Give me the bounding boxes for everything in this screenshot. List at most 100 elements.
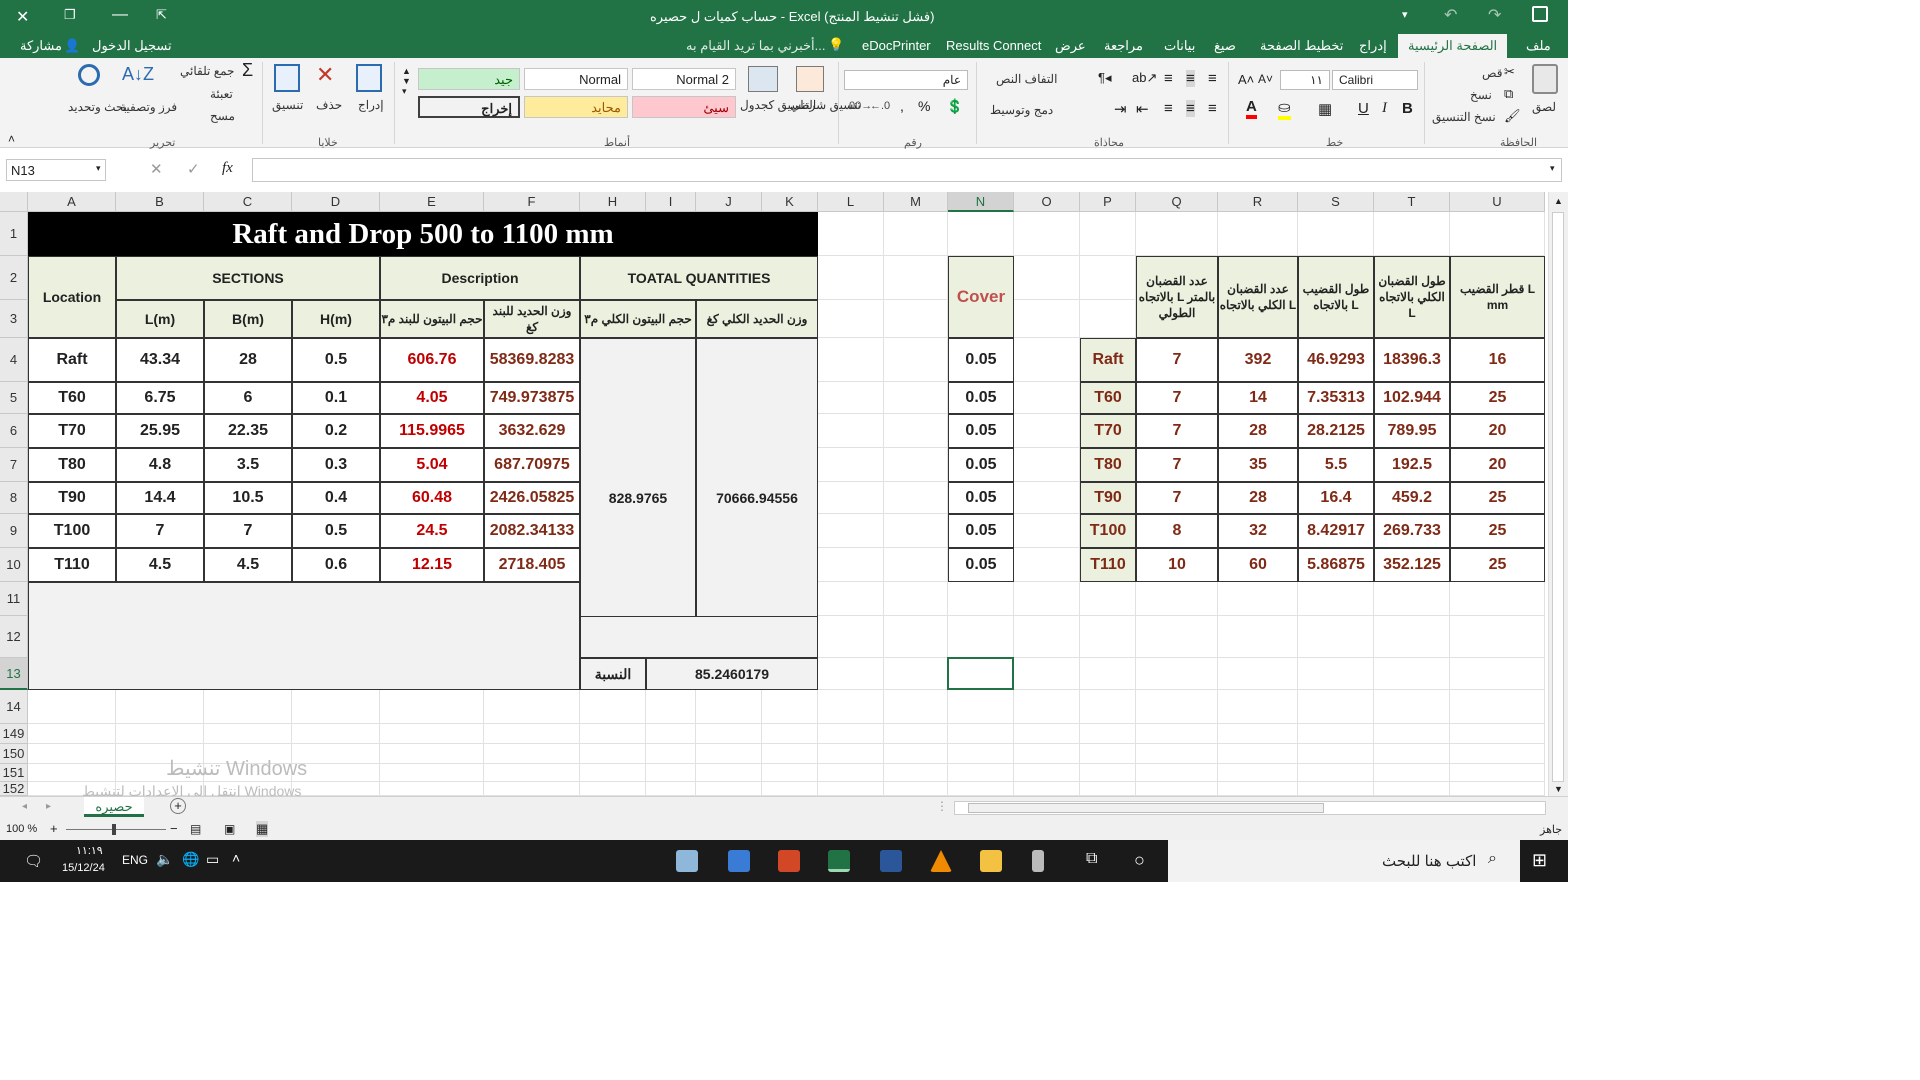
steel-item-cell[interactable]: 687.70975	[484, 448, 580, 482]
steel-total-cell[interactable]: 70666.94556	[696, 338, 818, 658]
cortana-icon[interactable]: ○	[1134, 850, 1145, 871]
length-cell[interactable]: 7	[116, 514, 204, 548]
steel-item-cell[interactable]: 58369.8283	[484, 338, 580, 382]
total-length-cell[interactable]: 789.95	[1374, 414, 1450, 448]
height-header[interactable]: H(m)	[292, 300, 380, 338]
column-header-c[interactable]: C	[204, 192, 292, 212]
rebar-location-cell[interactable]: T80	[1080, 448, 1136, 482]
total-bars-cell[interactable]: 392	[1218, 338, 1298, 382]
column-header-j[interactable]: J	[696, 192, 762, 212]
sheet-nav-left-icon[interactable]: ◂	[22, 801, 27, 812]
clear-button[interactable]: مسح	[210, 109, 235, 123]
total-bars-cell[interactable]: 60	[1218, 548, 1298, 582]
description-header[interactable]: Description	[380, 256, 580, 300]
column-header-s[interactable]: S	[1298, 192, 1374, 212]
total-bars-cell[interactable]: 14	[1218, 382, 1298, 414]
row-header-150[interactable]: 150	[0, 744, 28, 764]
concrete-item-cell[interactable]: 5.04	[380, 448, 484, 482]
number-format-select[interactable]: عام	[844, 70, 968, 90]
row-header-152[interactable]: 152	[0, 781, 28, 796]
volume-icon[interactable]: 🔈	[156, 851, 173, 868]
share-button[interactable]: مشاركة	[20, 38, 62, 54]
column-header-u[interactable]: U	[1450, 192, 1545, 212]
style-bad[interactable]: سيئ	[632, 96, 736, 118]
fx-icon[interactable]: fx	[222, 160, 233, 177]
ratio-label[interactable]: النسبة	[580, 658, 646, 690]
tab-insert[interactable]: إدراج	[1359, 38, 1387, 54]
bar-length-cell[interactable]: 28.2125	[1298, 414, 1374, 448]
tab-results-connect[interactable]: Results Connect	[946, 38, 1041, 53]
excel-app-icon[interactable]	[828, 850, 850, 872]
bar-diameter-cell[interactable]: 25	[1450, 548, 1545, 582]
style-normal[interactable]: Normal	[524, 68, 628, 90]
font-size-select[interactable]: ١١	[1280, 70, 1330, 90]
font-color-icon[interactable]: A	[1246, 98, 1257, 119]
cover-cell[interactable]: 0.05	[948, 514, 1014, 548]
concrete-item-cell[interactable]: 60.48	[380, 482, 484, 514]
task-view-icon[interactable]: ⧉	[1086, 850, 1097, 868]
fill-button[interactable]: تعبئة	[210, 87, 233, 101]
column-header-f[interactable]: F	[484, 192, 580, 212]
total-length-cell[interactable]: 459.2	[1374, 482, 1450, 514]
styles-scroll-icon[interactable]: ▲ ▼ ▾	[402, 66, 411, 97]
scroll-down-icon[interactable]: ▼	[1554, 784, 1563, 794]
length-cell[interactable]: 43.34	[116, 338, 204, 382]
rebar-location-cell[interactable]: T90	[1080, 482, 1136, 514]
zoom-level[interactable]: 100 %	[6, 823, 37, 835]
row-header-9[interactable]: 9	[0, 514, 28, 548]
width-cell[interactable]: 10.5	[204, 482, 292, 514]
length-cell[interactable]: 4.5	[116, 548, 204, 582]
bar-diameter-header[interactable]: قطر القضيب L mm	[1450, 256, 1545, 338]
concrete-total-cell[interactable]: 828.9765	[580, 338, 696, 658]
length-cell[interactable]: 4.8	[116, 448, 204, 482]
align-left-icon[interactable]: ≡	[1208, 100, 1217, 117]
concrete-item-header[interactable]: حجم البيتون للبند م٣	[380, 300, 484, 338]
location-cell[interactable]: T100	[28, 514, 116, 548]
row-header-1[interactable]: 1	[0, 212, 28, 256]
width-header[interactable]: B(m)	[204, 300, 292, 338]
bar-length-cell[interactable]: 5.5	[1298, 448, 1374, 482]
cover-cell[interactable]: 0.05	[948, 448, 1014, 482]
align-right-icon[interactable]: ≡	[1164, 100, 1173, 117]
copy-button[interactable]: نسخ	[1470, 88, 1492, 102]
length-cell[interactable]: 14.4	[116, 482, 204, 514]
paint-app-icon[interactable]	[676, 850, 698, 872]
cut-button[interactable]: قص	[1482, 66, 1502, 80]
horizontal-scroll-thumb[interactable]	[968, 803, 1324, 813]
tab-page-layout[interactable]: تخطيط الصفحة	[1260, 38, 1343, 54]
length-header[interactable]: L(m)	[116, 300, 204, 338]
format-button[interactable]: تنسيق	[272, 98, 303, 112]
cover-header[interactable]: Cover	[948, 256, 1014, 338]
bold-icon[interactable]: B	[1402, 100, 1413, 117]
total-length-cell[interactable]: 269.733	[1374, 514, 1450, 548]
bar-diameter-cell[interactable]: 20	[1450, 448, 1545, 482]
column-header-t[interactable]: T	[1374, 192, 1450, 212]
formula-input[interactable]	[252, 158, 1562, 182]
height-cell[interactable]: 0.6	[292, 548, 380, 582]
scroll-thumb[interactable]	[1552, 212, 1564, 782]
cover-cell[interactable]: 0.05	[948, 482, 1014, 514]
close-icon[interactable]: ✕	[16, 7, 29, 27]
rebar-location-cell[interactable]: T100	[1080, 514, 1136, 548]
row-header-13[interactable]: 13	[0, 658, 28, 690]
bar-diameter-cell[interactable]: 16	[1450, 338, 1545, 382]
column-header-o[interactable]: O	[1014, 192, 1080, 212]
row-header-10[interactable]: 10	[0, 548, 28, 582]
bars-per-meter-header[interactable]: عدد القضبان بالاتجاه L بالمتر الطولي	[1136, 256, 1218, 338]
steel-item-cell[interactable]: 2082.34133	[484, 514, 580, 548]
tab-formulas[interactable]: صيغ	[1214, 38, 1236, 54]
conditional-format-button[interactable]: تنسيق شرطي	[790, 98, 861, 112]
style-output[interactable]: إخراج	[418, 96, 520, 118]
location-cell[interactable]: T110	[28, 548, 116, 582]
steel-item-cell[interactable]: 2718.405	[484, 548, 580, 582]
bar-length-cell[interactable]: 7.35313	[1298, 382, 1374, 414]
active-cell-n13[interactable]	[947, 657, 1014, 690]
height-cell[interactable]: 0.4	[292, 482, 380, 514]
underline-icon[interactable]: U	[1358, 100, 1369, 117]
height-cell[interactable]: 0.1	[292, 382, 380, 414]
bars-per-meter-cell[interactable]: 7	[1136, 338, 1218, 382]
bar-diameter-cell[interactable]: 25	[1450, 514, 1545, 548]
width-cell[interactable]: 22.35	[204, 414, 292, 448]
length-cell[interactable]: 25.95	[116, 414, 204, 448]
network-icon[interactable]: 🌐	[182, 851, 199, 868]
